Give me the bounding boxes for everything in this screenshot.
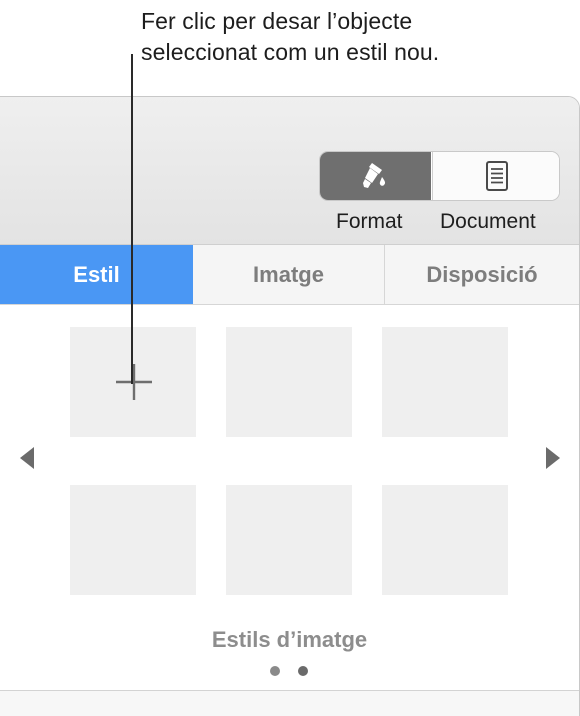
style-thumbnail[interactable] xyxy=(226,485,352,595)
tab-bar: Estil Imatge Disposició xyxy=(0,245,579,305)
callout-pointer-line xyxy=(131,54,133,384)
document-label[interactable]: Document xyxy=(440,210,536,234)
page-dot-2[interactable] xyxy=(298,666,308,676)
page-dot-1[interactable] xyxy=(270,666,280,676)
tab-estil[interactable]: Estil xyxy=(0,245,193,304)
tab-imatge[interactable]: Imatge xyxy=(193,245,385,304)
document-button[interactable] xyxy=(432,152,559,200)
plus-icon xyxy=(116,364,152,400)
format-document-segmented-control xyxy=(320,152,559,200)
tab-disposicio[interactable]: Disposició xyxy=(385,245,579,304)
style-thumbnail[interactable] xyxy=(226,327,352,437)
next-page-arrow-icon[interactable] xyxy=(546,447,560,469)
format-button[interactable] xyxy=(320,152,431,200)
add-style-button[interactable] xyxy=(70,327,196,437)
style-thumbnail[interactable] xyxy=(382,327,508,437)
format-label[interactable]: Format xyxy=(336,210,403,234)
next-section xyxy=(0,691,579,716)
document-icon xyxy=(485,161,508,191)
format-panel: Format Document Estil Imatge Disposició … xyxy=(0,96,580,716)
paintbrush-icon xyxy=(362,163,385,188)
toolbar: Format Document xyxy=(0,97,579,245)
style-thumbnail[interactable] xyxy=(70,485,196,595)
callout-line-1: Fer clic per desar l’objecte xyxy=(141,8,413,34)
callout-line-2: seleccionat com un estil nou. xyxy=(141,39,440,65)
callout: Fer clic per desar l’objecte seleccionat… xyxy=(141,6,561,68)
image-styles-label: Estils d’imatge xyxy=(211,627,368,652)
previous-page-arrow-icon[interactable] xyxy=(20,447,34,469)
page: Fer clic per desar l’objecte seleccionat… xyxy=(0,0,580,716)
style-thumbnail[interactable] xyxy=(382,485,508,595)
